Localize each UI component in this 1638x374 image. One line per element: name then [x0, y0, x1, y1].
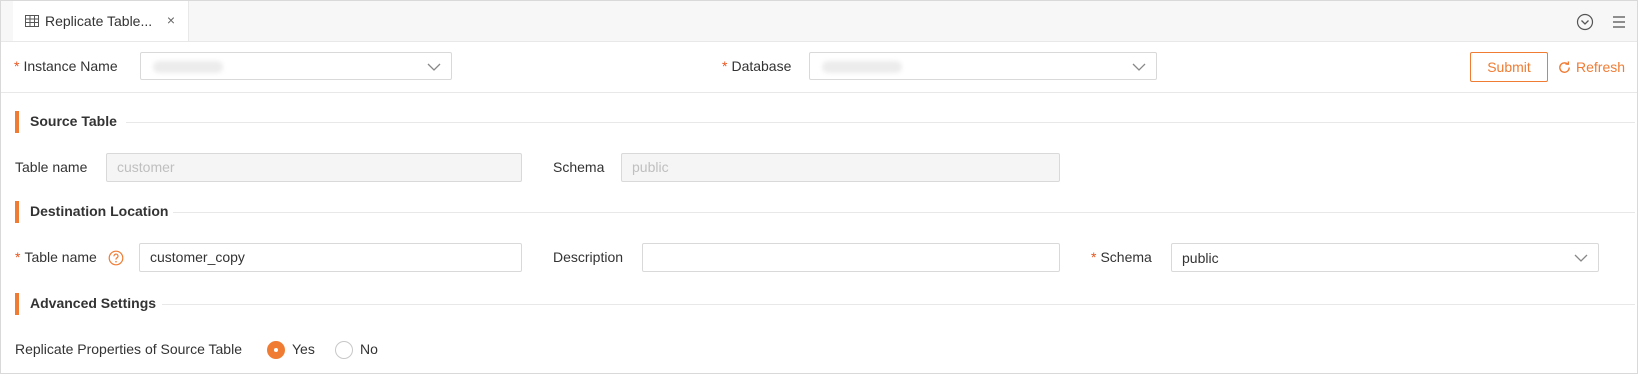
destination-section-header: Destination Location [15, 201, 1635, 223]
chevron-down-icon [1574, 254, 1588, 262]
chevron-circle-down-icon[interactable] [1576, 13, 1594, 31]
source-schema-label: Schema [553, 159, 605, 175]
section-divider [173, 212, 1635, 213]
destination-table-name-input[interactable]: customer_copy [139, 243, 522, 272]
section-accent-bar [15, 111, 19, 133]
menu-lines-icon[interactable] [1610, 13, 1628, 31]
tab-title: Replicate Table... [45, 13, 153, 29]
section-divider [162, 304, 1635, 305]
description-label: Description [553, 249, 624, 265]
help-circle-icon[interactable] [108, 250, 124, 266]
database-select[interactable] [809, 52, 1157, 80]
radio-no-label[interactable]: No [360, 341, 378, 357]
instance-database-row: * Instance Name * Database Submit Refresh [1, 42, 1637, 93]
refresh-icon [1559, 60, 1570, 73]
chevron-down-icon [1132, 63, 1146, 71]
radio-yes[interactable] [267, 341, 285, 359]
schema-select-value: public [1182, 250, 1219, 266]
instance-name-select[interactable] [140, 52, 452, 80]
destination-table-name-label: * Table name [15, 249, 97, 265]
section-accent-bar [15, 293, 19, 315]
source-table-section-header: Source Table [15, 111, 1635, 133]
instance-name-label: * Instance Name [14, 58, 118, 74]
refresh-button[interactable]: Refresh [1557, 52, 1625, 82]
radio-no[interactable] [335, 341, 353, 359]
window-frame: Replicate Table... × * Instance Name * Dat… [0, 0, 1638, 374]
refresh-label: Refresh [1576, 59, 1626, 75]
section-title-destination: Destination Location [30, 203, 169, 219]
submit-button[interactable]: Submit [1470, 52, 1548, 82]
advanced-settings-section-header: Advanced Settings [15, 293, 1635, 315]
source-table-name-label: Table name [15, 159, 88, 175]
table-icon [25, 14, 39, 28]
section-title-source: Source Table [30, 113, 117, 129]
section-title-advanced: Advanced Settings [30, 295, 157, 311]
description-input[interactable] [642, 243, 1060, 272]
destination-schema-select[interactable]: public [1171, 243, 1599, 272]
close-icon[interactable]: × [164, 13, 178, 27]
tab-replicate-table[interactable]: Replicate Table... × [13, 1, 189, 41]
radio-yes-label[interactable]: Yes [292, 341, 315, 357]
section-accent-bar [15, 201, 19, 223]
replicate-properties-label: Replicate Properties of Source Table [15, 341, 242, 357]
chevron-down-icon [427, 63, 441, 71]
source-schema-field: public [621, 153, 1060, 182]
destination-schema-label: * Schema [1091, 249, 1152, 265]
source-table-name-field: customer [106, 153, 522, 182]
section-divider [126, 122, 1635, 123]
database-label: * Database [722, 58, 792, 74]
tab-bar: Replicate Table... × [1, 1, 1637, 42]
